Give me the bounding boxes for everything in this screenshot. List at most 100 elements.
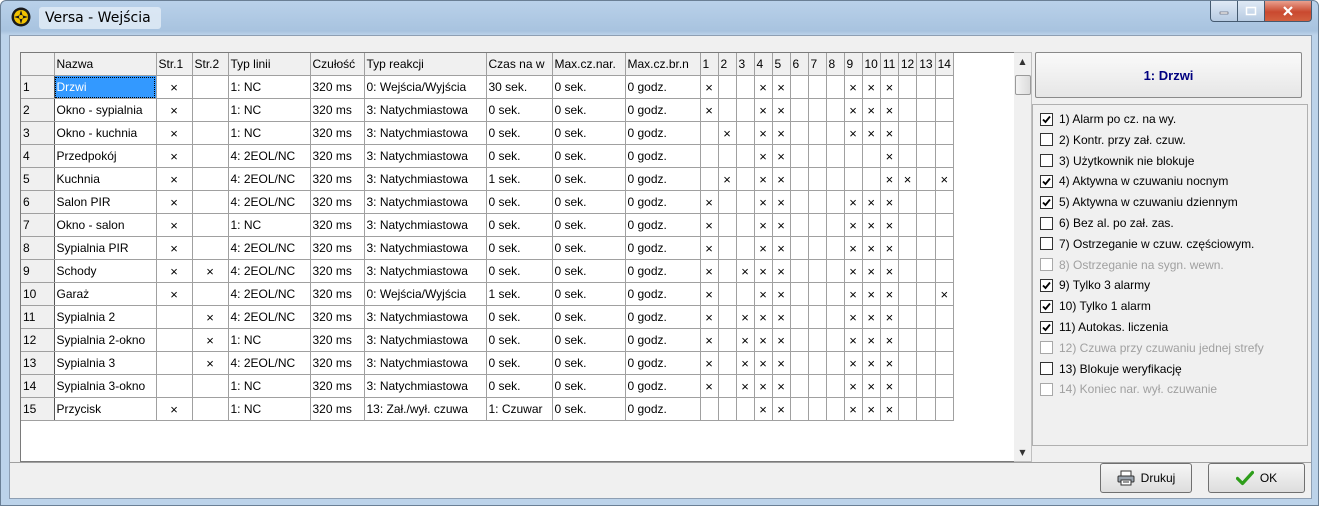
flag-cell[interactable]: × [156,397,193,421]
flag-cell[interactable]: × [772,259,791,283]
flag-cell[interactable] [935,75,954,99]
flag-cell[interactable]: × [844,190,863,214]
table-cell[interactable]: 320 ms [310,121,365,145]
corner-header[interactable] [21,53,55,76]
flag-cell[interactable] [935,98,954,122]
table-cell[interactable]: 0 sek. [552,167,626,191]
flag-cell[interactable] [808,167,827,191]
flag-cell[interactable] [790,328,809,352]
flag-cell[interactable] [718,144,737,168]
flag-cell[interactable]: × [754,282,773,306]
table-cell[interactable]: 3: Natychmiastowa [364,213,487,237]
flag-cell[interactable]: × [754,190,773,214]
flag-cell[interactable] [826,167,845,191]
name-cell[interactable]: Garaż [54,282,157,306]
column-header[interactable]: Str.2 [192,53,229,76]
flag-cell[interactable]: × [156,75,193,99]
flag-cell[interactable]: × [736,328,755,352]
flag-cell[interactable] [790,305,809,329]
scroll-thumb[interactable] [1015,75,1031,95]
flag-cell[interactable] [916,282,936,306]
table-cell[interactable]: 0 godz. [625,397,701,421]
flag-cell[interactable]: × [862,328,881,352]
flag-cell[interactable] [808,328,827,352]
option-checkbox[interactable]: 1) Alarm po cz. na wy. [1040,109,1176,129]
table-cell[interactable]: 0 sek. [486,236,553,260]
table-cell[interactable]: 0 sek. [552,144,626,168]
title-bar[interactable]: Versa - Wejścia [1,1,1318,35]
flag-cell[interactable]: × [700,351,719,375]
flag-cell[interactable] [790,213,809,237]
flag-cell[interactable] [192,236,229,260]
flag-cell[interactable] [808,351,827,375]
flag-cell[interactable]: × [880,397,899,421]
table-cell[interactable]: 4: 2EOL/NC [228,190,311,214]
flag-cell[interactable] [790,282,809,306]
table-cell[interactable]: 1: NC [228,121,311,145]
table-cell[interactable]: 4: 2EOL/NC [228,282,311,306]
table-cell[interactable]: 3: Natychmiastowa [364,236,487,260]
table-cell[interactable]: 0 sek. [552,305,626,329]
table-cell[interactable]: 0 godz. [625,167,701,191]
flag-cell[interactable]: × [862,259,881,283]
table-cell[interactable]: 0 godz. [625,75,701,99]
name-cell[interactable]: Sypialnia 3 [54,351,157,375]
flag-cell[interactable] [808,98,827,122]
table-cell[interactable]: 0 sek. [552,236,626,260]
flag-cell[interactable] [826,190,845,214]
scroll-down-icon[interactable]: ▼ [1014,444,1031,461]
flag-cell[interactable] [898,236,918,260]
column-header[interactable]: Typ reakcji [364,53,487,76]
name-cell[interactable]: Sypialnia 2-okno [54,328,157,352]
flag-cell[interactable] [718,328,737,352]
flag-cell[interactable]: × [192,305,229,329]
flag-cell[interactable]: × [700,213,719,237]
table-cell[interactable]: 1 sek. [486,167,553,191]
flag-cell[interactable]: × [844,213,863,237]
flag-cell[interactable]: × [844,236,863,260]
flag-cell[interactable]: × [880,259,899,283]
flag-cell[interactable]: × [754,374,773,398]
table-row[interactable]: 10 Garaż × 4: 2EOL/NC 320 ms 0: Wejścia/Wyjśc… [21,282,954,306]
flag-cell[interactable] [898,328,918,352]
ok-button[interactable]: OK [1208,463,1305,493]
flag-cell[interactable] [718,305,737,329]
flag-cell[interactable]: × [880,75,899,99]
flag-cell[interactable] [898,397,918,421]
table-cell[interactable]: 0 godz. [625,213,701,237]
table-cell[interactable]: 0 sek. [486,213,553,237]
flag-cell[interactable]: × [844,282,863,306]
flag-cell[interactable]: × [772,236,791,260]
flag-cell[interactable] [898,374,918,398]
table-cell[interactable]: 0 sek. [552,374,626,398]
column-header[interactable]: 11 [880,53,899,76]
flag-cell[interactable] [156,351,193,375]
column-header[interactable]: 1 [700,53,719,76]
flag-cell[interactable] [736,213,755,237]
flag-cell[interactable] [156,305,193,329]
flag-cell[interactable] [935,305,954,329]
flag-cell[interactable] [192,397,229,421]
table-row[interactable]: 6 Salon PIR × 4: 2EOL/NC 320 ms 3: Natychmias… [21,190,954,214]
flag-cell[interactable] [935,213,954,237]
column-header[interactable]: 7 [808,53,827,76]
print-button[interactable]: Drukuj [1100,463,1192,493]
flag-cell[interactable]: × [772,305,791,329]
table-cell[interactable]: 30 sek. [486,75,553,99]
flag-cell[interactable]: × [156,282,193,306]
flag-cell[interactable] [808,213,827,237]
flag-cell[interactable] [826,374,845,398]
flag-cell[interactable]: × [844,397,863,421]
flag-cell[interactable]: × [156,144,193,168]
table-cell[interactable]: 3: Natychmiastowa [364,144,487,168]
name-cell[interactable]: Salon PIR [54,190,157,214]
flag-cell[interactable] [826,75,845,99]
flag-cell[interactable]: × [862,374,881,398]
flag-cell[interactable]: × [772,144,791,168]
flag-cell[interactable]: × [700,305,719,329]
table-cell[interactable]: 320 ms [310,305,365,329]
table-cell[interactable]: 0 sek. [552,75,626,99]
flag-cell[interactable] [736,397,755,421]
flag-cell[interactable]: × [880,351,899,375]
table-cell[interactable]: 320 ms [310,282,365,306]
